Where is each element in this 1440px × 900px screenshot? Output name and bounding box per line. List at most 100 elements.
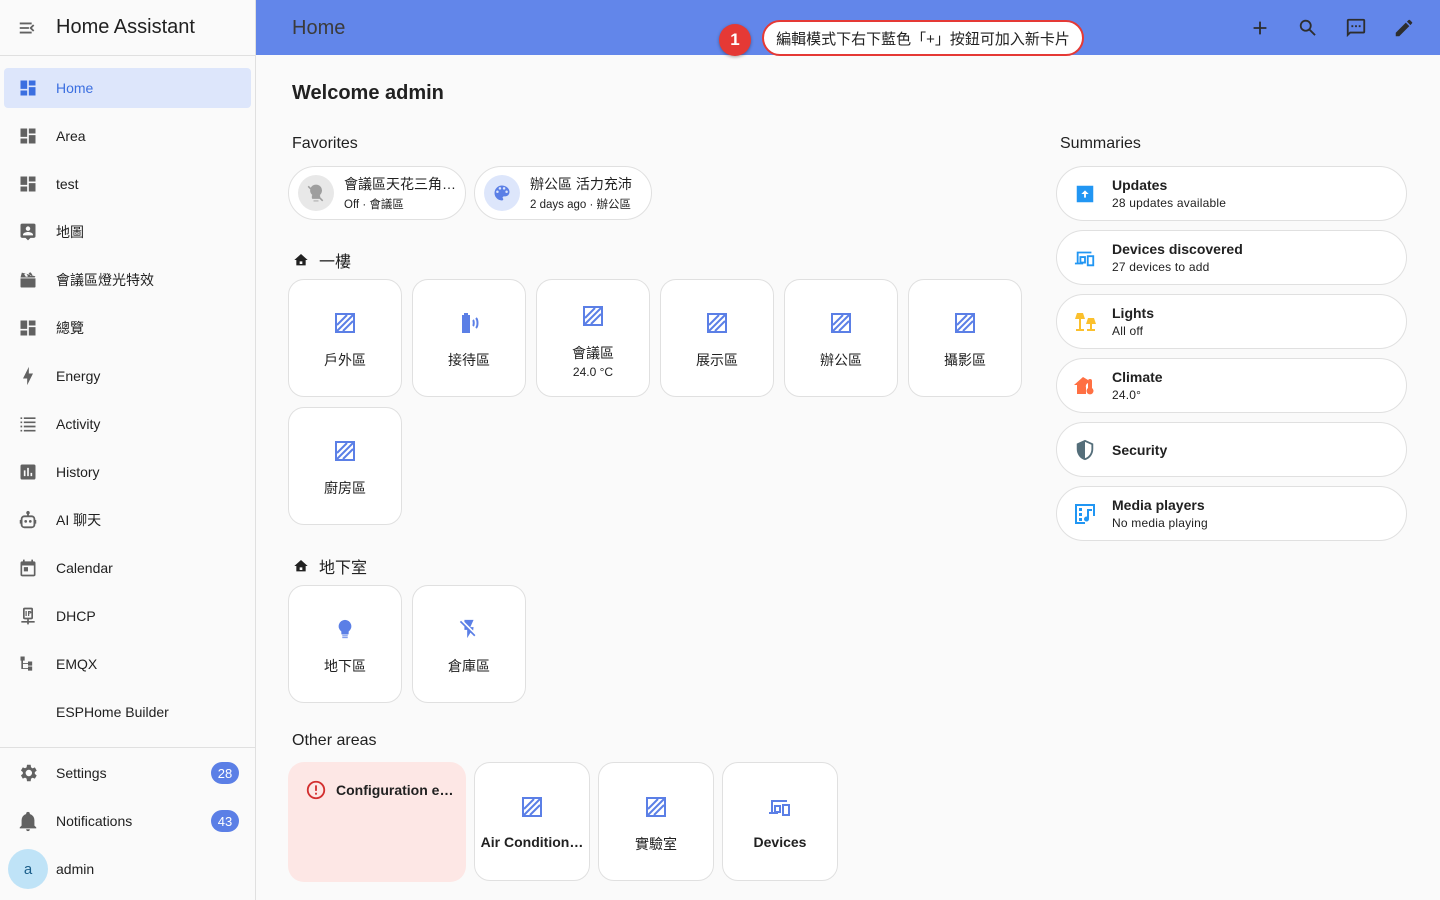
sidebar-item-map[interactable]: 地圖 xyxy=(4,212,251,252)
summary-title: Updates xyxy=(1112,177,1168,193)
area-name: 辦公區 xyxy=(820,352,862,368)
favorite-name: 辦公區 活力充沛 xyxy=(530,176,632,192)
area-name: 攝影區 xyxy=(944,352,986,368)
summary-subtitle: 24.0° xyxy=(1112,388,1142,402)
area-card[interactable]: 攝影區 xyxy=(908,279,1022,397)
area-card[interactable]: 會議區 24.0 °C xyxy=(536,279,650,397)
summary-subtitle: No media playing xyxy=(1112,516,1208,530)
dashboard-icon xyxy=(4,78,52,98)
sitemap-icon xyxy=(4,654,52,674)
area-card[interactable]: 辦公區 xyxy=(784,279,898,397)
sidebar-item-overview[interactable]: 總覽 xyxy=(4,308,251,348)
floor-name: 一樓 xyxy=(319,254,352,271)
sidebar-item-history[interactable]: History xyxy=(4,452,251,492)
assist-button[interactable] xyxy=(1342,14,1370,42)
area-name: 倉庫區 xyxy=(448,658,490,674)
search-button[interactable] xyxy=(1294,14,1322,42)
sidebar-item-calendar[interactable]: Calendar xyxy=(4,548,251,588)
summary-title: Security xyxy=(1112,441,1168,458)
area-card[interactable]: Devices xyxy=(722,762,838,881)
home-floor-icon xyxy=(293,558,309,574)
avatar: a xyxy=(8,849,48,889)
summary-title: Media players xyxy=(1112,497,1205,513)
sidebar-item-settings[interactable]: Settings 28 xyxy=(4,753,251,793)
sidebar-bottom: Settings 28 Notifications 43 a admin xyxy=(0,747,255,897)
palette-icon xyxy=(484,175,520,211)
summary-devices-discovered[interactable]: Devices discovered 27 devices to add xyxy=(1056,230,1407,285)
favorite-chip[interactable]: 辦公區 活力充沛 2 days ago · 辦公區 xyxy=(474,166,652,220)
multimedia-icon xyxy=(1072,502,1098,526)
notifications-badge: 43 xyxy=(211,810,239,832)
favorite-chip[interactable]: 會議區天花三角… Off · 會議區 xyxy=(288,166,466,220)
package-up-icon xyxy=(1072,183,1098,205)
summary-media-players[interactable]: Media players No media playing xyxy=(1056,486,1407,541)
sidebar-item-notifications[interactable]: Notifications 43 xyxy=(4,801,251,841)
dashboard-icon xyxy=(4,318,52,338)
sidebar-item-light-effects[interactable]: 會議區燈光特效 xyxy=(4,260,251,300)
area-card[interactable]: 展示區 xyxy=(660,279,774,397)
summary-lights[interactable]: Lights All off xyxy=(1056,294,1407,349)
area-name: 實驗室 xyxy=(635,836,677,852)
area-card[interactable]: 倉庫區 xyxy=(412,585,526,703)
area-name: 展示區 xyxy=(696,352,738,368)
chart-box-icon xyxy=(4,462,52,482)
sidebar-item-label: Energy xyxy=(56,368,101,384)
sidebar-item-ai-chat[interactable]: AI 聊天 xyxy=(4,500,251,540)
area-name: Air Condition… xyxy=(480,834,584,850)
summary-security[interactable]: Security xyxy=(1056,422,1407,477)
sidebar-item-label: Area xyxy=(56,128,86,144)
configuration-error-card[interactable]: Configuration er… xyxy=(288,762,466,882)
sidebar-item-label: admin xyxy=(56,861,95,877)
edit-dashboard-button[interactable] xyxy=(1390,14,1418,42)
dashboard-icon xyxy=(4,126,52,146)
sidebar-item-esphome[interactable]: ESPHome Builder xyxy=(4,692,251,732)
area-card[interactable]: 廚房區 xyxy=(288,407,402,525)
area-card[interactable]: 地下區 xyxy=(288,585,402,703)
summary-subtitle: 28 updates available xyxy=(1112,196,1227,210)
sidebar-item-emqx[interactable]: EMQX xyxy=(4,644,251,684)
ip-network-icon xyxy=(4,606,52,626)
area-placeholder-icon xyxy=(829,310,853,336)
sidebar-item-home[interactable]: Home xyxy=(4,68,251,108)
sidebar-item-label: 總覽 xyxy=(56,320,84,336)
area-placeholder-icon xyxy=(644,795,668,819)
menu-collapse-button[interactable] xyxy=(0,0,56,55)
settings-badge: 28 xyxy=(211,762,239,784)
sidebar-item-label: 會議區燈光特效 xyxy=(56,272,154,288)
map-account-icon xyxy=(4,222,52,242)
area-card[interactable]: 戶外區 xyxy=(288,279,402,397)
other-areas-title: Other areas xyxy=(292,732,377,749)
area-card[interactable]: 接待區 xyxy=(412,279,526,397)
floor-title: 地下室 xyxy=(293,554,367,578)
area-placeholder-icon xyxy=(705,310,729,336)
sidebar-item-energy[interactable]: Energy xyxy=(4,356,251,396)
sidebar-item-dhcp[interactable]: DHCP xyxy=(4,596,251,636)
sidebar-item-label: Activity xyxy=(56,416,101,432)
area-name: Devices xyxy=(753,834,807,850)
assist-chat-icon xyxy=(1346,18,1366,38)
area-card[interactable]: 實驗室 xyxy=(598,762,714,881)
summary-updates[interactable]: Updates 28 updates available xyxy=(1056,166,1407,221)
favorite-state: Off · 會議區 xyxy=(344,199,404,211)
add-button[interactable] xyxy=(1246,14,1274,42)
area-name: 會議區 xyxy=(572,345,614,361)
tooltip-bubble: 編輯模式下右下藍色「+」按鈕可加入新卡片 xyxy=(762,20,1084,56)
area-name: 接待區 xyxy=(448,352,490,368)
menu-open-icon xyxy=(19,22,35,33)
summary-climate[interactable]: Climate 24.0° xyxy=(1056,358,1407,413)
bell-icon xyxy=(4,810,52,832)
area-placeholder-icon xyxy=(333,438,357,464)
summary-title: Devices discovered xyxy=(1112,241,1243,257)
sidebar-item-activity[interactable]: Activity xyxy=(4,404,251,444)
sidebar-item-test[interactable]: test xyxy=(4,164,251,204)
area-name: 戶外區 xyxy=(324,352,366,368)
sidebar-item-area[interactable]: Area xyxy=(4,116,251,156)
favorite-name: 會議區天花三角… xyxy=(344,176,456,192)
sidebar-header: Home Assistant xyxy=(0,0,255,56)
sidebar-item-user[interactable]: a admin xyxy=(4,849,251,889)
calendar-icon xyxy=(4,558,52,578)
area-card[interactable]: Air Condition… xyxy=(474,762,590,881)
sidebar-item-label: AI 聊天 xyxy=(56,512,102,528)
favorites-title: Favorites xyxy=(292,135,358,152)
sidebar-item-label: Settings xyxy=(56,765,107,781)
